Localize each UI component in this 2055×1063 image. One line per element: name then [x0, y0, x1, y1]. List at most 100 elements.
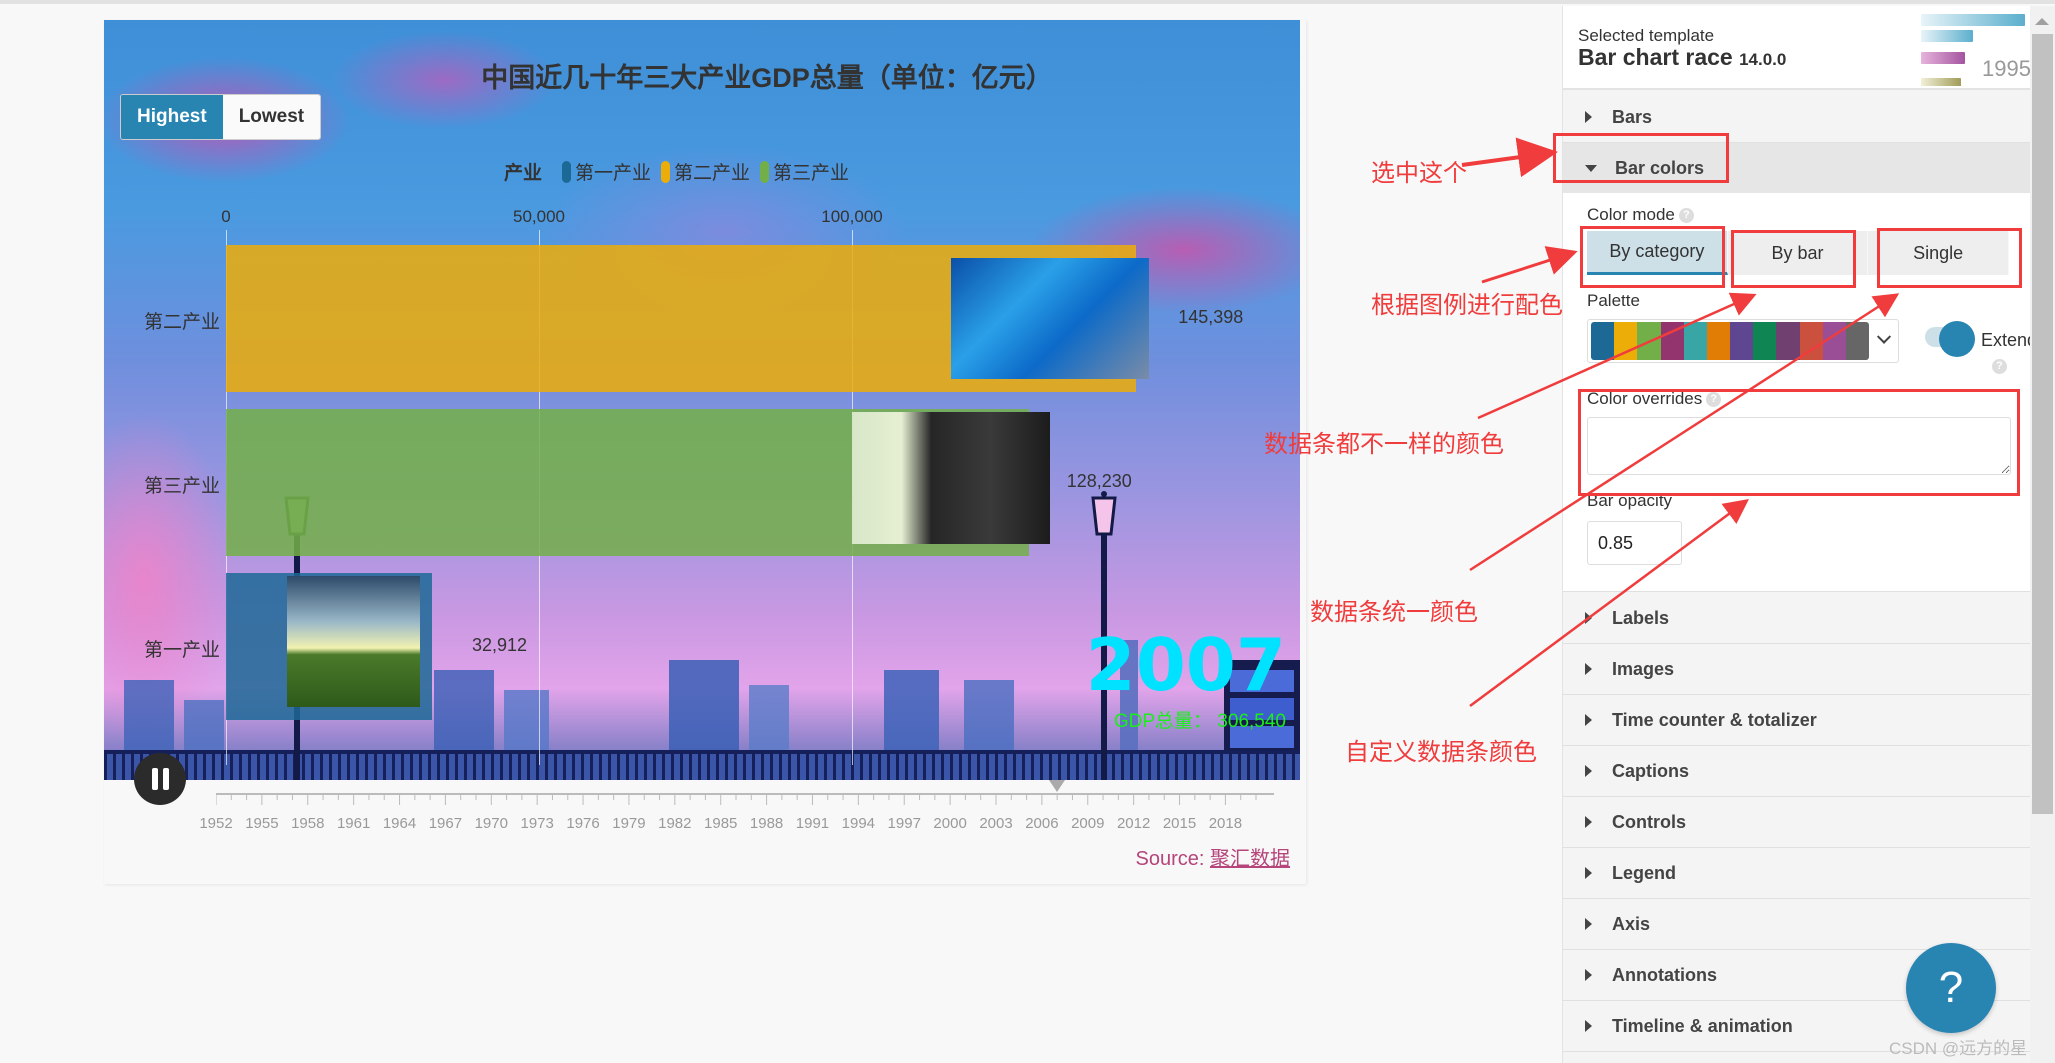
section-bar-colors[interactable]: Bar colors [1563, 143, 2031, 194]
timeline-slider[interactable] [216, 793, 1274, 805]
help-icon[interactable]: ? [1992, 359, 2007, 374]
timeline-year-label[interactable]: 1997 [888, 815, 921, 832]
caret-right-icon [1585, 663, 1592, 675]
palette-select[interactable] [1587, 319, 1899, 363]
timeline-year-label[interactable]: 1967 [429, 815, 462, 832]
technology-photo [951, 258, 1150, 379]
color-mode-by-bar[interactable]: By bar [1727, 231, 1869, 275]
section-label: Legend [1612, 862, 1677, 883]
section-label: Time counter & totalizer [1612, 709, 1817, 730]
timeline-year-label[interactable]: 2018 [1209, 815, 1242, 832]
section-label: Annotations [1612, 964, 1717, 985]
axis-tick-label: 0 [221, 207, 231, 226]
bar-value-label: 32,912 [472, 634, 528, 655]
timeline-year-label[interactable]: 2012 [1117, 815, 1150, 832]
timeline-year-label[interactable]: 1964 [383, 815, 416, 832]
help-button[interactable]: ? [1906, 943, 1996, 1033]
caret-right-icon [1585, 714, 1592, 726]
section-label: Images [1612, 658, 1675, 679]
farm-field-photo [287, 576, 420, 707]
annotation-text: 选中这个 [1371, 160, 1467, 187]
template-name: Bar chart race 14.0.0 [1578, 44, 1786, 71]
section-bars[interactable]: Bars [1563, 92, 2031, 143]
timeline-year-label[interactable]: 1982 [658, 815, 691, 832]
caret-right-icon [1585, 918, 1592, 930]
legend-item[interactable]: 第三产业 [760, 158, 849, 185]
caret-right-icon [1585, 969, 1592, 981]
sort-highest-button[interactable]: Highest [121, 95, 223, 139]
panel-scrollbar[interactable] [2030, 6, 2055, 1063]
timeline-year-label[interactable]: 2000 [933, 815, 966, 832]
legend-title: 产业 [504, 163, 543, 184]
color-mode-by-category[interactable]: By category [1587, 231, 1728, 275]
timeline-ticks [216, 795, 1257, 805]
section-captions[interactable]: Captions [1563, 746, 2031, 797]
palette-swatch [1706, 322, 1731, 360]
timeline-year-label[interactable]: 2006 [1025, 815, 1058, 832]
pause-button[interactable] [134, 753, 186, 805]
sort-lowest-button[interactable]: Lowest [222, 95, 321, 139]
color-overrides-label: Color overrides? [1587, 389, 1722, 409]
section-time-counter-totalizer[interactable]: Time counter & totalizer [1563, 695, 2031, 746]
chart-card: 中国近几十年三大产业GDP总量（单位：亿元） Highest Lowest 产业… [104, 20, 1306, 884]
color-mode-label: Color mode? [1587, 205, 1694, 225]
totalizer: GDP总量： 306,540 [1113, 711, 1286, 732]
annotation-arrow [1481, 246, 1578, 284]
timeline-year-label[interactable]: 1970 [475, 815, 508, 832]
scroll-up-arrow-icon[interactable] [2035, 18, 2049, 25]
color-overrides-input[interactable] [1587, 417, 2011, 475]
timeline-year-label[interactable]: 1958 [291, 815, 324, 832]
timeline-year-label[interactable]: 1955 [245, 815, 278, 832]
section-label: Labels [1612, 607, 1670, 628]
extend-toggle[interactable] [1925, 321, 1975, 357]
help-icon[interactable]: ? [1678, 208, 1694, 224]
legend-item[interactable]: 第二产业 [661, 158, 750, 185]
source-prefix: Source: [1135, 848, 1210, 870]
section-images[interactable]: Images [1563, 644, 2031, 695]
section-axis[interactable]: Axis [1563, 899, 2031, 950]
palette-swatch [1730, 322, 1754, 360]
timeline-year-label[interactable]: 1952 [199, 815, 232, 832]
timeline-year-label[interactable]: 2015 [1163, 815, 1196, 832]
source-link[interactable]: 聚汇数据 [1210, 848, 1290, 870]
toggle-knob [1939, 321, 1975, 357]
timeline-year-label[interactable]: 1973 [520, 815, 553, 832]
legend-label: 第二产业 [674, 163, 751, 184]
business-people-photo [851, 411, 1050, 544]
timeline-year-label[interactable]: 1979 [612, 815, 645, 832]
timeline-year-label[interactable]: 1961 [337, 815, 370, 832]
chart-title: 中国近几十年三大产业GDP总量（单位：亿元） [481, 63, 1053, 93]
timeline-year-label[interactable]: 1991 [796, 815, 829, 832]
timeline-year-label[interactable]: 2009 [1071, 815, 1104, 832]
caret-right-icon [1585, 612, 1592, 624]
color-mode-single[interactable]: Single [1868, 231, 2010, 275]
annotation-arrow [1461, 137, 1558, 178]
bar-colors-body: Color mode? By category By bar Single Pa… [1563, 193, 2037, 592]
legend-swatch [760, 160, 770, 183]
timeline-year-label[interactable]: 1976 [566, 815, 599, 832]
section-label: Bars [1612, 106, 1653, 127]
scrollbar-thumb[interactable] [2032, 34, 2053, 814]
timeline-year-label[interactable]: 2003 [979, 815, 1012, 832]
section-labels[interactable]: Labels [1563, 593, 2031, 644]
timeline-year-label[interactable]: 1988 [750, 815, 783, 832]
watermark: CSDN @远方的星 [1889, 1039, 2028, 1058]
color-overrides-label-text: Color overrides [1587, 389, 1703, 408]
palette-swatch [1683, 322, 1707, 360]
caret-right-icon [1585, 816, 1592, 828]
section-controls[interactable]: Controls [1563, 797, 2031, 848]
caret-right-icon [1585, 867, 1592, 879]
thumbnail-year: 1995 [1982, 56, 2031, 81]
timeline-year-label[interactable]: 1985 [704, 815, 737, 832]
section-label: Controls [1612, 811, 1686, 832]
bar-opacity-input[interactable] [1587, 521, 1682, 565]
template-thumbnail: 1995 [1919, 8, 2031, 86]
timeline-current-marker[interactable] [1049, 780, 1066, 792]
legend-item[interactable]: 第一产业 [562, 158, 651, 185]
timeline-year-label[interactable]: 1994 [842, 815, 875, 832]
template-header[interactable]: Selected template Bar chart race 14.0.0 … [1563, 6, 2031, 90]
template-caption: Selected template [1578, 26, 1715, 45]
section-legend[interactable]: Legend [1563, 848, 2031, 899]
help-icon[interactable]: ? [1706, 392, 1722, 408]
legend-swatch [562, 160, 572, 183]
